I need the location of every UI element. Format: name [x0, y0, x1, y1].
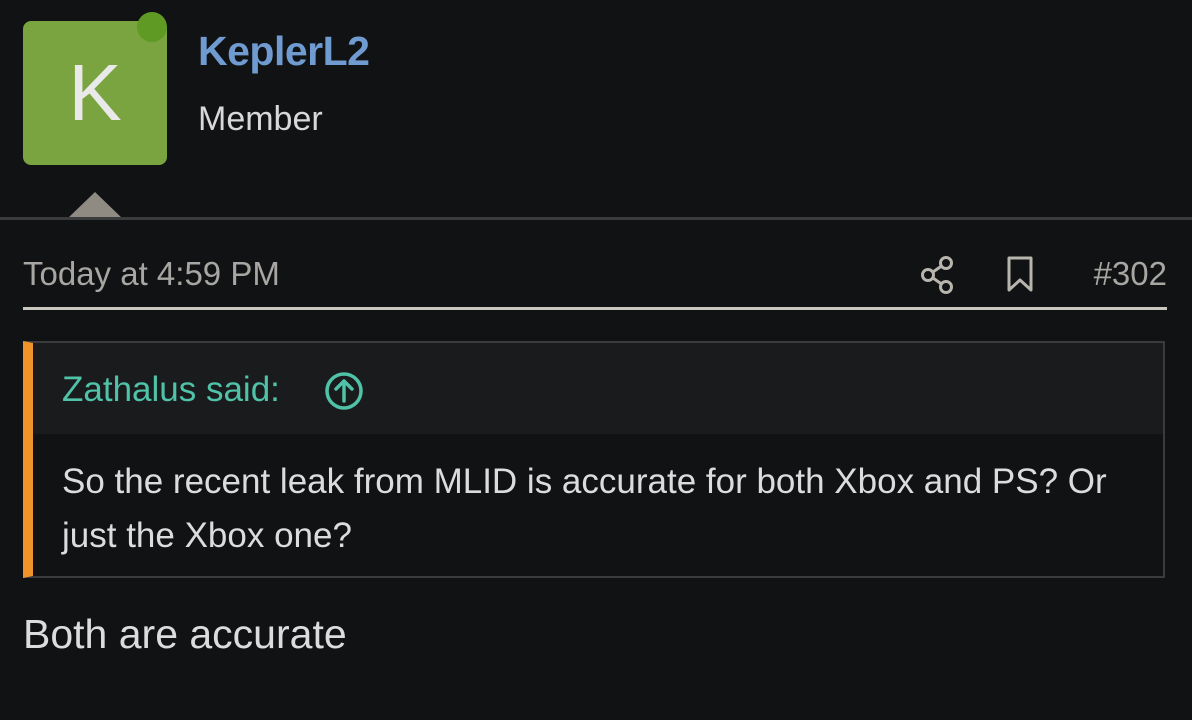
quote-author-link[interactable]: Zathalus said:: [62, 370, 280, 410]
message-pointer: [67, 192, 123, 219]
quote-block: Zathalus said: So the recent leak from M…: [23, 341, 1165, 578]
avatar-letter: K: [68, 48, 122, 137]
username-link[interactable]: KeplerL2: [198, 28, 370, 75]
post-container: K KeplerL2 Member Today at 4:59 PM #302 …: [0, 0, 1192, 720]
message-divider: [0, 217, 1192, 220]
reply-text: Both are accurate: [23, 611, 347, 657]
arrow-up-circle-icon[interactable]: [324, 371, 364, 411]
post-timestamp[interactable]: Today at 4:59 PM: [23, 255, 280, 293]
bookmark-icon[interactable]: [1005, 255, 1035, 293]
post-number-link[interactable]: #302: [1094, 255, 1167, 293]
online-status-dot: [137, 12, 167, 42]
share-icon[interactable]: [919, 255, 955, 295]
avatar[interactable]: K: [23, 21, 167, 165]
meta-underline: [23, 307, 1167, 310]
post-meta-row: Today at 4:59 PM #302: [23, 250, 1167, 308]
quote-text: So the recent leak from MLID is accurate…: [62, 462, 1107, 555]
quote-header: Zathalus said:: [33, 343, 1163, 434]
user-title: Member: [198, 100, 323, 138]
